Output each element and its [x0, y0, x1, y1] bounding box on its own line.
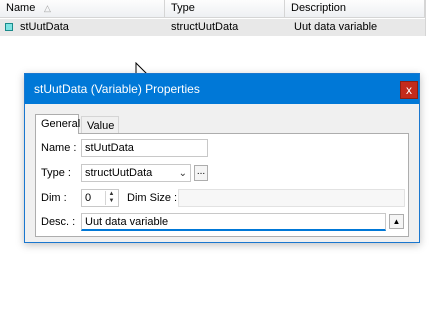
tab-value[interactable]: Value: [81, 116, 119, 134]
name-field[interactable]: stUutData: [81, 139, 208, 157]
desc-label: Desc. :: [41, 216, 76, 228]
properties-dialog: stUutData (Variable) Properties x Genera…: [24, 73, 420, 243]
row-name: stUutData: [20, 21, 69, 33]
dim-size-label: Dim Size :: [127, 192, 178, 204]
dim-label: Dim :: [41, 192, 67, 204]
column-header-type-label: Type: [171, 2, 195, 14]
dim-spin-buttons: ▲ ▼: [105, 191, 117, 205]
column-header-description[interactable]: Description: [285, 0, 425, 17]
column-header-name[interactable]: Name △: [0, 0, 165, 17]
spin-down-icon[interactable]: ▼: [106, 198, 117, 205]
expand-description-button[interactable]: ▲: [389, 214, 404, 229]
row-description: Uut data variable: [294, 21, 378, 33]
sort-up-icon: △: [44, 3, 51, 13]
dim-size-field: [178, 189, 405, 207]
variable-icon: [5, 23, 13, 31]
list-header: Name △ Type Description: [0, 0, 425, 18]
dim-value: 0: [85, 192, 92, 204]
row-type: structUutData: [171, 21, 239, 33]
description-field[interactable]: Uut data variable: [81, 213, 386, 231]
tab-general-label: General: [41, 118, 81, 130]
close-button[interactable]: x: [400, 81, 418, 99]
tab-value-label: Value: [87, 120, 115, 132]
list-border: [425, 0, 426, 36]
column-header-description-label: Description: [291, 2, 347, 14]
close-icon: x: [406, 83, 412, 97]
name-label: Name :: [41, 142, 77, 154]
spin-up-icon[interactable]: ▲: [106, 191, 117, 198]
triangle-up-icon: ▲: [392, 217, 401, 226]
name-field-value: stUutData: [85, 142, 134, 154]
browse-type-button[interactable]: ...: [194, 165, 208, 181]
general-tab-panel: Name : stUutData Type : structUutData ⌄ …: [35, 133, 409, 237]
dialog-titlebar[interactable]: stUutData (Variable) Properties x: [25, 74, 419, 104]
dim-stepper[interactable]: 0 ▲ ▼: [81, 189, 119, 207]
column-header-name-label: Name: [6, 2, 36, 14]
tab-general[interactable]: General: [35, 114, 81, 134]
browse-type-label: ...: [196, 166, 206, 177]
dialog-title: stUutData (Variable) Properties: [34, 82, 200, 96]
type-select[interactable]: structUutData ⌄: [81, 164, 191, 182]
chevron-down-icon: ⌄: [178, 168, 187, 179]
description-field-value: Uut data variable: [85, 216, 169, 228]
column-header-type[interactable]: Type: [165, 0, 285, 17]
type-label: Type :: [41, 167, 71, 179]
table-row[interactable]: stUutData structUutData Uut data variabl…: [0, 19, 425, 36]
type-select-value: structUutData: [85, 167, 153, 179]
